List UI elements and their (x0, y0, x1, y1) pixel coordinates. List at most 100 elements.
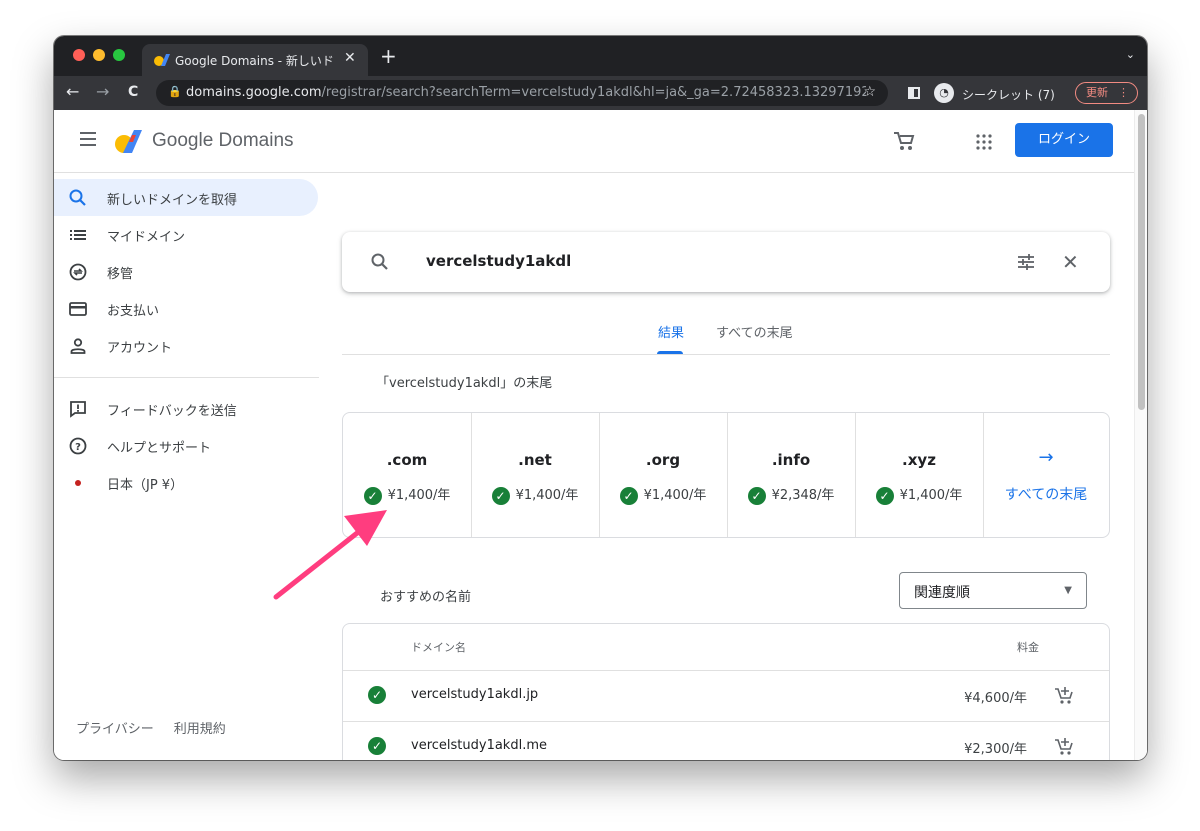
domain-search-input[interactable] (426, 252, 946, 270)
reload-icon[interactable]: C (128, 84, 138, 100)
browser-tab[interactable]: Google Domains - 新しいドメイ ✕ (142, 44, 368, 76)
sidebar-item-label: 日本（JP ¥） (107, 478, 184, 493)
close-window-button[interactable] (73, 49, 85, 61)
dropdown-caret-icon: ▼ (1064, 585, 1072, 596)
available-check-icon: ✓ (368, 737, 386, 755)
credit-card-icon (69, 302, 87, 316)
hamburger-menu-icon[interactable] (80, 132, 96, 146)
incognito-icon[interactable]: ◔ (934, 83, 954, 103)
kebab-menu-icon: ⋮ (1118, 86, 1129, 99)
available-check-icon: ✓ (875, 486, 894, 505)
brand-name: Google Domains (152, 130, 294, 151)
available-check-icon: ✓ (619, 486, 638, 505)
feedback-icon (70, 401, 86, 418)
add-to-cart-icon[interactable] (1053, 684, 1075, 706)
transfer-icon (69, 263, 87, 281)
sidebar-item-feedback[interactable]: フィードバックを送信 (54, 390, 318, 427)
incognito-label[interactable]: シークレット (7) (962, 86, 1055, 103)
tld-option-com[interactable]: .com ✓ ¥1,400/年 (343, 413, 472, 537)
lock-icon: 🔒 (168, 85, 182, 98)
filter-tune-icon[interactable] (1016, 252, 1036, 272)
clear-search-icon[interactable]: ✕ (1062, 250, 1079, 274)
sidebar-item-label: 移管 (107, 267, 134, 282)
available-check-icon: ✓ (491, 486, 510, 505)
terms-link[interactable]: 利用規約 (174, 722, 226, 737)
sidebar-divider (54, 377, 319, 378)
sidebar-item-help[interactable]: ? ヘルプとサポート (54, 427, 318, 464)
update-label: 更新 (1086, 86, 1108, 99)
google-domains-favicon-icon (154, 54, 170, 66)
update-button[interactable]: 更新 ⋮ (1075, 82, 1138, 104)
suggestions-heading: おすすめの名前 (380, 590, 472, 605)
arrow-right-icon: → (1038, 447, 1054, 468)
shopping-cart-icon[interactable] (892, 130, 916, 152)
sort-selected-value: 関連度順 (914, 585, 970, 601)
browser-toolbar: ← → C 🔒 domains.google.com/registrar/sea… (54, 76, 1147, 110)
tab-all-endings[interactable]: すべての末尾 (716, 322, 793, 341)
table-row[interactable]: ✓ vercelstudy1akdl.jp ¥4,600/年 (343, 671, 1109, 722)
address-bar[interactable]: 🔒 domains.google.com/registrar/search?se… (156, 80, 888, 106)
domain-price: ¥4,600/年 (964, 691, 1027, 706)
side-panel-icon[interactable] (908, 87, 920, 99)
tld-name: .org (645, 451, 681, 469)
sidebar-item-label: お支払い (107, 304, 160, 319)
table-header: ドメイン名 料金 (343, 624, 1109, 671)
back-arrow-icon[interactable]: ← (66, 82, 79, 101)
sidebar-item-region[interactable]: 日本（JP ¥） (54, 464, 318, 501)
forward-arrow-icon[interactable]: → (96, 82, 109, 101)
page-scrollbar[interactable] (1134, 110, 1147, 760)
browser-window: Google Domains - 新しいドメイ ✕ + ⌄ ← → C 🔒 do… (54, 36, 1147, 760)
available-check-icon: ✓ (368, 686, 386, 704)
bookmark-star-icon[interactable]: ☆ (863, 84, 876, 100)
tld-option-info[interactable]: .info ✓ ¥2,348/年 (727, 413, 856, 537)
sidebar-item-my-domains[interactable]: マイドメイン (54, 216, 318, 253)
new-tab-icon[interactable]: + (380, 44, 397, 68)
tld-option-xyz[interactable]: .xyz ✓ ¥1,400/年 (855, 413, 984, 537)
search-icon (69, 189, 86, 206)
close-tab-icon[interactable]: ✕ (344, 50, 356, 66)
tld-section-heading: 「vercelstudy1akdl」の末尾 (376, 376, 553, 391)
tld-card: .com ✓ ¥1,400/年 .net ✓ ¥1,400/年 .org ✓ ¥1,4… (342, 412, 1110, 538)
tld-name: .xyz (902, 451, 936, 469)
minimize-window-button[interactable] (93, 49, 105, 61)
scrollbar-thumb[interactable] (1138, 114, 1145, 410)
table-row[interactable]: ✓ vercelstudy1akdl.me ¥2,300/年 (343, 722, 1109, 760)
sidebar-footer: プライバシー 利用規約 (76, 718, 226, 737)
column-header-domain: ドメイン名 (411, 641, 466, 654)
privacy-link[interactable]: プライバシー (76, 722, 154, 737)
tld-price: ✓ ¥1,400/年 (343, 484, 471, 505)
sidebar-item-billing[interactable]: お支払い (54, 290, 318, 327)
tab-search-chevron-icon[interactable]: ⌄ (1126, 48, 1135, 61)
sidebar-item-new-domain[interactable]: 新しいドメインを取得 (54, 179, 318, 216)
tld-price: ✓ ¥1,400/年 (855, 484, 983, 505)
all-endings-link[interactable]: → すべての末尾 (983, 413, 1109, 537)
app-header: Google Domains ログイン (54, 110, 1135, 173)
google-domains-logo (115, 130, 142, 153)
sidebar-item-label: ヘルプとサポート (107, 441, 212, 456)
svg-text:?: ? (75, 442, 81, 453)
tld-option-net[interactable]: .net ✓ ¥1,400/年 (471, 413, 600, 537)
google-apps-icon[interactable] (976, 134, 992, 150)
japan-flag-icon (75, 480, 81, 486)
suggestions-table: ドメイン名 料金 ✓ vercelstudy1akdl.jp ¥4,600/年 … (342, 623, 1110, 760)
maximize-window-button[interactable] (113, 49, 125, 61)
search-icon[interactable] (370, 252, 390, 272)
tld-price: ✓ ¥1,400/年 (471, 484, 599, 505)
sidebar-item-label: マイドメイン (107, 230, 186, 245)
add-to-cart-icon[interactable] (1053, 735, 1075, 757)
login-button[interactable]: ログイン (1015, 123, 1113, 157)
tld-price: ✓ ¥2,348/年 (727, 484, 855, 505)
tld-name: .info (771, 451, 811, 469)
sort-dropdown[interactable]: 関連度順 ▼ (899, 572, 1087, 609)
tld-option-org[interactable]: .org ✓ ¥1,400/年 (599, 413, 728, 537)
tab-results[interactable]: 結果 (658, 322, 684, 341)
sidebar-item-label: 新しいドメインを取得 (107, 193, 238, 208)
tld-price: ✓ ¥1,400/年 (599, 484, 727, 505)
sidebar-item-label: アカウント (107, 341, 173, 356)
list-icon (70, 230, 86, 240)
column-header-price: 料金 (1017, 641, 1039, 654)
sidebar-item-transfer[interactable]: 移管 (54, 253, 318, 290)
tab-strip: Google Domains - 新しいドメイ ✕ + ⌄ (54, 36, 1147, 76)
all-endings-label: すべての末尾 (1004, 487, 1088, 503)
sidebar-item-account[interactable]: アカウント (54, 327, 318, 364)
